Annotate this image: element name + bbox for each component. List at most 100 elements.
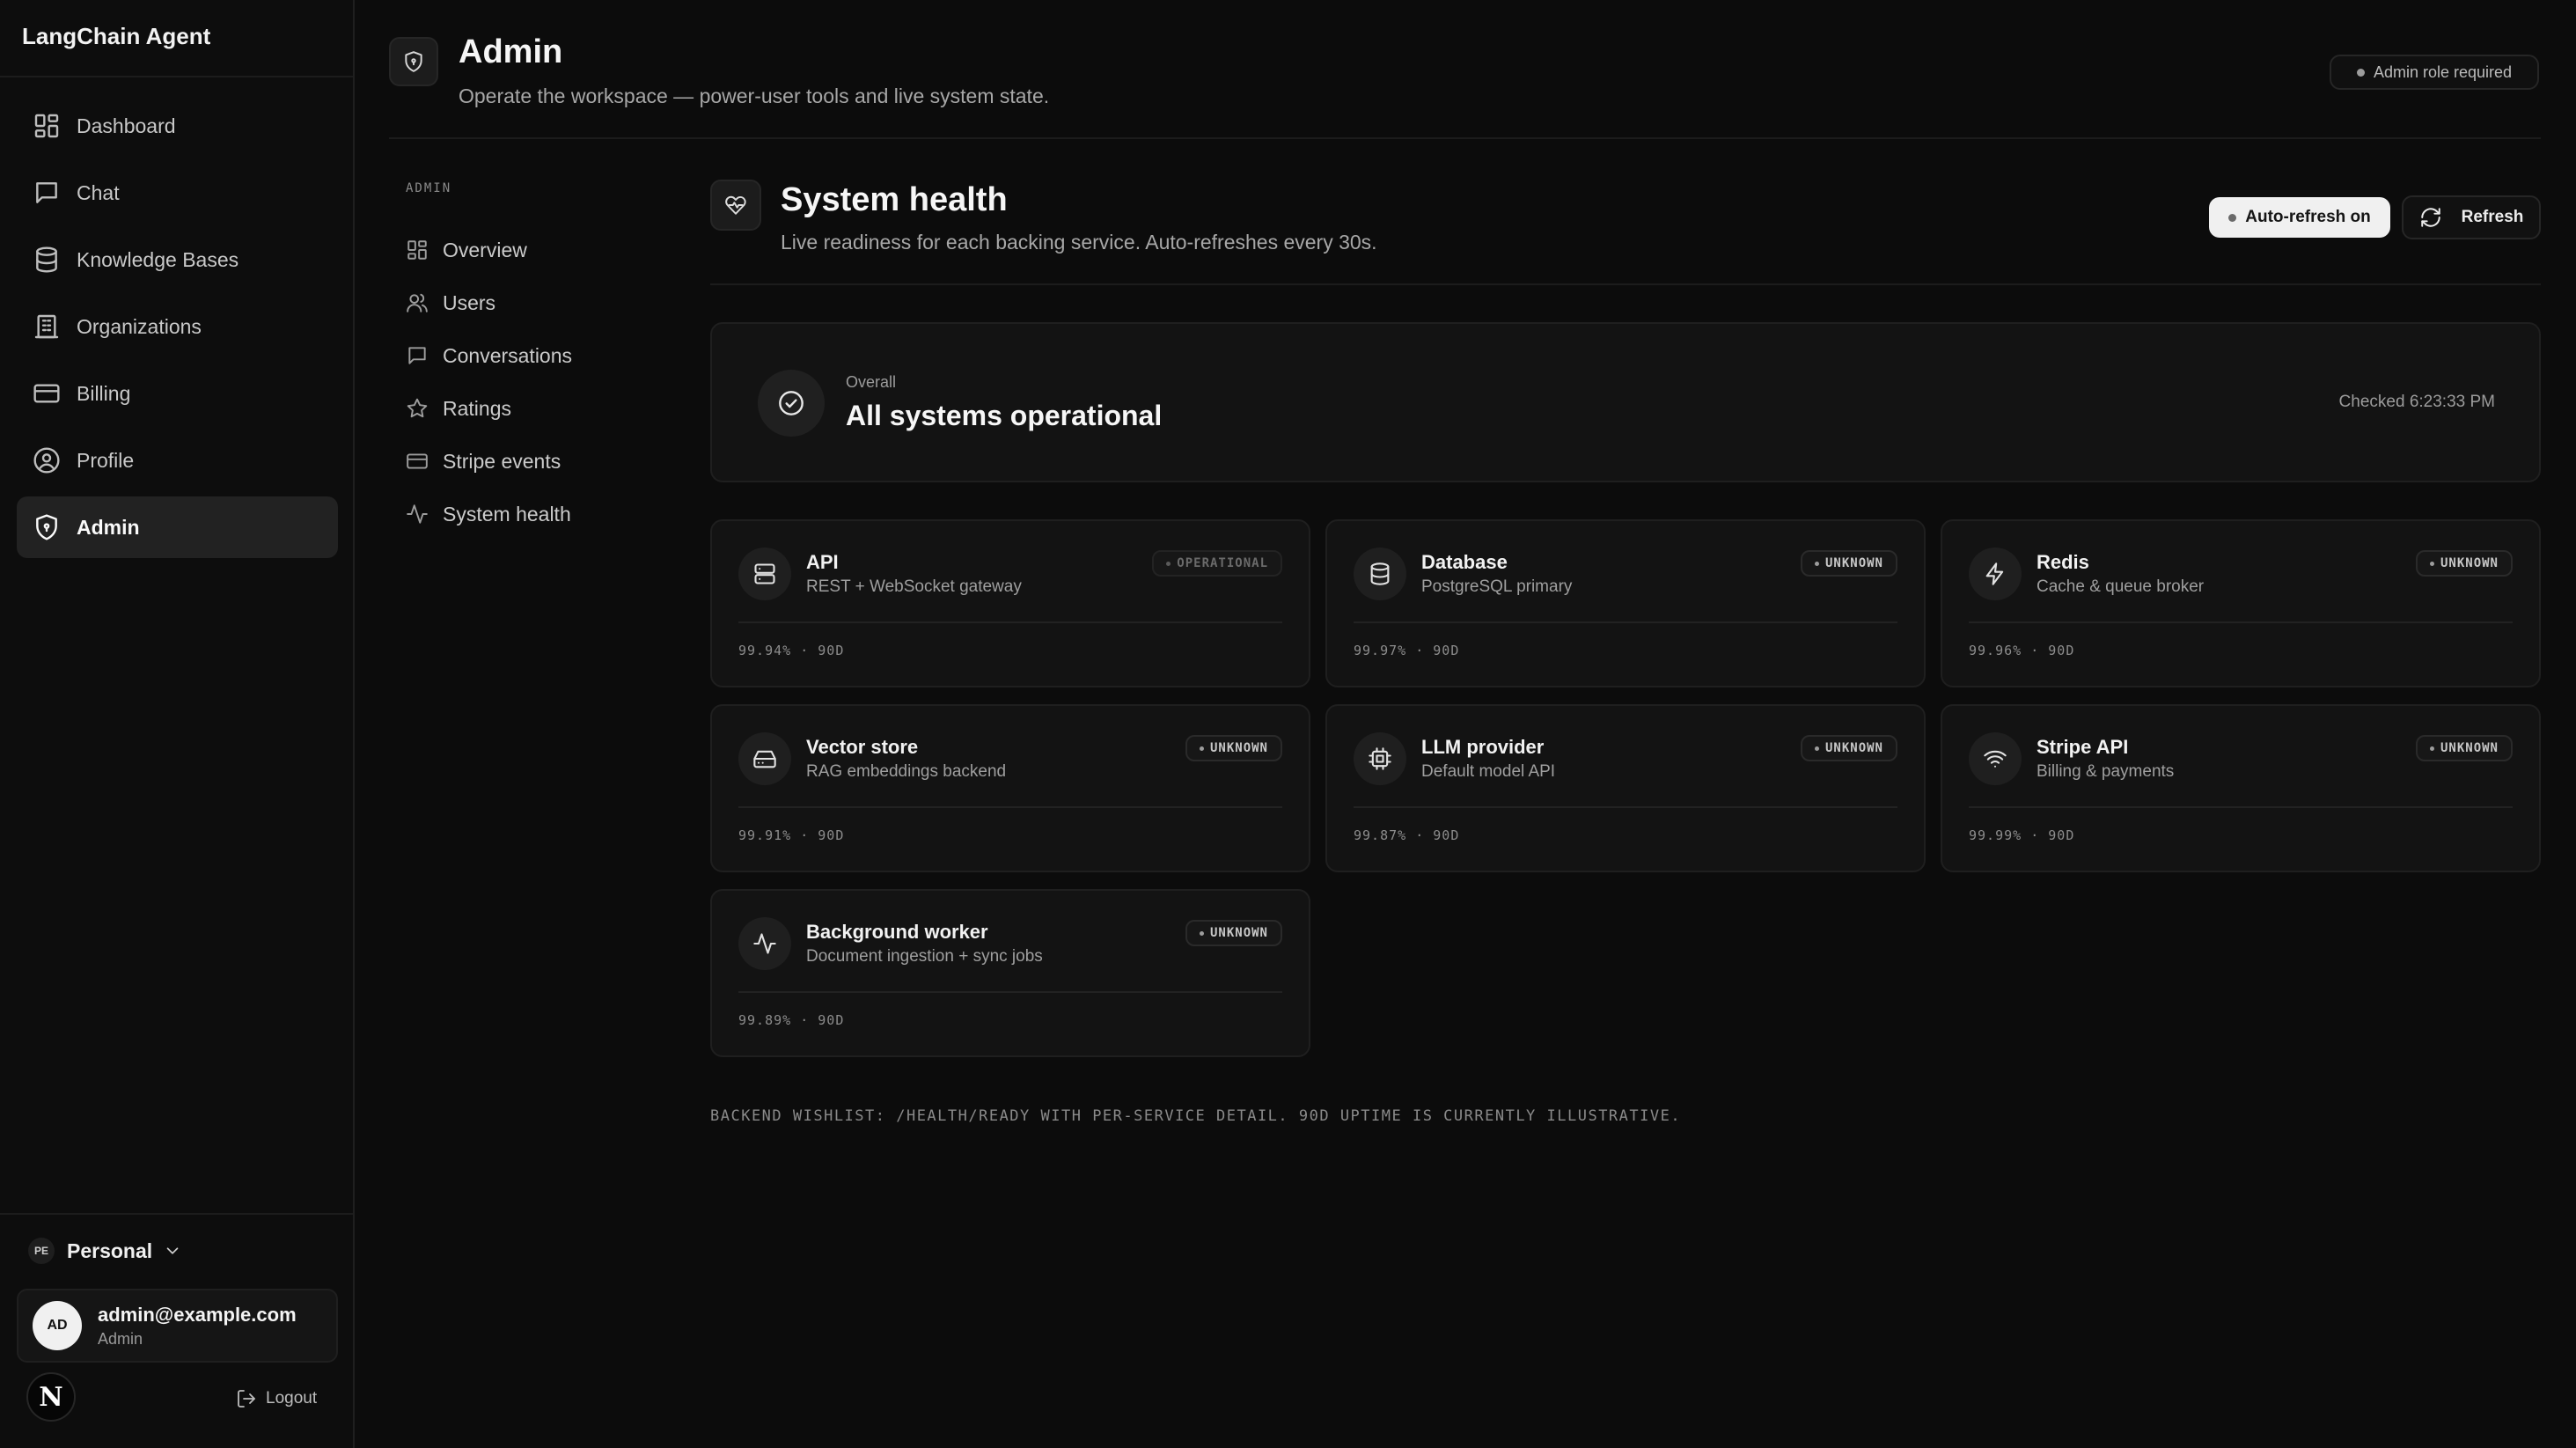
service-desc: Default model API: [1421, 762, 1556, 781]
sidebar-item-label: Admin: [77, 515, 140, 539]
sidebar-divider: [0, 76, 353, 77]
sidebar-item-label: Organizations: [77, 314, 202, 338]
status-badge: UNKNOWN: [1185, 735, 1282, 761]
card-divider: [1969, 621, 2513, 623]
status-dot: [2356, 68, 2365, 77]
service-uptime: 99.87% · 90D: [1354, 827, 1460, 843]
admin-nav-label-text: System health: [443, 502, 571, 526]
service-name: LLM provider: [1421, 736, 1545, 758]
activity-icon: [738, 917, 791, 970]
role-chip: Admin role required: [2330, 55, 2539, 90]
hard-drive-icon: [738, 732, 791, 785]
page-title: Admin: [459, 33, 563, 70]
dashboard-icon: [33, 112, 61, 140]
status-badge: OPERATIONAL: [1152, 550, 1282, 577]
org-badge: PE: [28, 1238, 55, 1264]
refresh-button[interactable]: Refresh: [2402, 195, 2541, 239]
chat-icon: [33, 179, 61, 207]
card-divider: [1354, 621, 1897, 623]
sidebar-item-dashboard[interactable]: Dashboard: [17, 95, 338, 157]
user-info: admin@example.com Admin: [98, 1304, 297, 1349]
sidebar-nav: Dashboard Chat Knowledge Bases Organizat…: [17, 95, 338, 563]
status-badge-label: UNKNOWN: [1209, 926, 1268, 940]
service-card-redis: Redis Cache & queue broker UNKNOWN 99.96…: [1941, 519, 2541, 687]
auto-refresh-label: Auto-refresh on: [2245, 208, 2371, 226]
admin-nav-users[interactable]: Users: [406, 276, 572, 329]
users-icon: [406, 291, 429, 314]
logout-icon: [236, 1388, 257, 1409]
user-role: Admin: [98, 1329, 143, 1348]
overall-label: Overall: [846, 373, 897, 391]
sidebar-item-profile[interactable]: Profile: [17, 430, 338, 491]
service-uptime: 99.97% · 90D: [1354, 643, 1460, 658]
status-badge-label: UNKNOWN: [1209, 741, 1268, 755]
service-desc: PostgreSQL primary: [1421, 577, 1573, 596]
heart-pulse-icon: [710, 180, 761, 231]
status-badge-label: UNKNOWN: [2440, 556, 2499, 570]
service-desc: RAG embeddings backend: [806, 762, 1007, 781]
wifi-icon: [1969, 732, 2022, 785]
building-icon: [33, 312, 61, 341]
org-switcher[interactable]: PE Personal: [28, 1238, 182, 1264]
app-title: LangChain Agent: [22, 23, 211, 49]
activity-icon: [406, 503, 429, 526]
admin-nav-label: ADMIN: [406, 181, 452, 195]
sidebar-item-label: Knowledge Bases: [77, 247, 239, 271]
section-divider: [710, 283, 2541, 285]
service-card-stripe-api: Stripe API Billing & payments UNKNOWN 99…: [1941, 704, 2541, 872]
auto-refresh-toggle[interactable]: Auto-refresh on: [2209, 197, 2390, 238]
admin-nav-system-health[interactable]: System health: [406, 488, 572, 540]
check-circle-icon: [758, 370, 825, 437]
service-card-database: Database PostgreSQL primary UNKNOWN 99.9…: [1325, 519, 1926, 687]
service-name: Stripe API: [2037, 736, 2129, 758]
service-uptime: 99.89% · 90D: [738, 1012, 845, 1028]
sidebar-item-label: Profile: [77, 448, 135, 472]
section-title: System health: [781, 181, 1008, 218]
service-name: API: [806, 551, 839, 573]
admin-nav-ratings[interactable]: Ratings: [406, 382, 572, 435]
status-badge-label: UNKNOWN: [1824, 741, 1883, 755]
service-desc: Document ingestion + sync jobs: [806, 947, 1043, 966]
sidebar-item-label: Dashboard: [77, 114, 176, 137]
sidebar-item-billing[interactable]: Billing: [17, 363, 338, 424]
admin-nav-stripe-events[interactable]: Stripe events: [406, 435, 572, 488]
admin-nav-label-text: Conversations: [443, 343, 573, 367]
service-card-background-worker: Background worker Document ingestion + s…: [710, 889, 1310, 1057]
overall-status-card: Overall All systems operational Checked …: [710, 322, 2541, 482]
database-icon: [1354, 548, 1406, 600]
service-uptime: 99.99% · 90D: [1969, 827, 2075, 843]
refresh-label: Refresh: [2461, 208, 2524, 226]
service-card-api: API REST + WebSocket gateway OPERATIONAL…: [710, 519, 1310, 687]
sidebar: LangChain Agent Dashboard Chat Knowledge…: [0, 0, 355, 1448]
admin-nav-overview[interactable]: Overview: [406, 224, 572, 276]
sidebar-item-knowledge-bases[interactable]: Knowledge Bases: [17, 229, 338, 290]
org-name: Personal: [67, 1239, 153, 1262]
message-icon: [406, 344, 429, 367]
section-subtitle: Live readiness for each backing service.…: [781, 231, 1377, 254]
sidebar-item-label: Billing: [77, 381, 131, 405]
service-desc: Cache & queue broker: [2037, 577, 2205, 596]
service-desc: Billing & payments: [2037, 762, 2175, 781]
sidebar-item-organizations[interactable]: Organizations: [17, 296, 338, 357]
admin-nav-conversations[interactable]: Conversations: [406, 329, 572, 382]
service-grid: API REST + WebSocket gateway OPERATIONAL…: [710, 519, 2541, 1057]
sidebar-item-admin[interactable]: Admin: [17, 496, 338, 558]
logout-label: Logout: [266, 1389, 318, 1408]
sidebar-item-chat[interactable]: Chat: [17, 162, 338, 224]
status-badge-label: UNKNOWN: [1824, 556, 1883, 570]
star-icon: [406, 397, 429, 420]
card-divider: [1969, 806, 2513, 808]
card-divider: [1354, 806, 1897, 808]
grid-icon: [406, 239, 429, 261]
refresh-icon: [2419, 206, 2442, 229]
logout-button[interactable]: Logout: [236, 1388, 317, 1409]
status-badge: UNKNOWN: [1800, 735, 1897, 761]
user-circle-icon: [33, 446, 61, 474]
admin-nav: Overview Users Conversations Ratings Str…: [406, 224, 572, 540]
role-chip-label: Admin role required: [2373, 62, 2513, 81]
user-card[interactable]: AD admin@example.com Admin: [17, 1289, 338, 1363]
service-name: Background worker: [806, 921, 988, 943]
status-dot: [2228, 213, 2237, 222]
app-logo[interactable]: N: [26, 1372, 76, 1422]
shield-icon: [389, 37, 438, 86]
